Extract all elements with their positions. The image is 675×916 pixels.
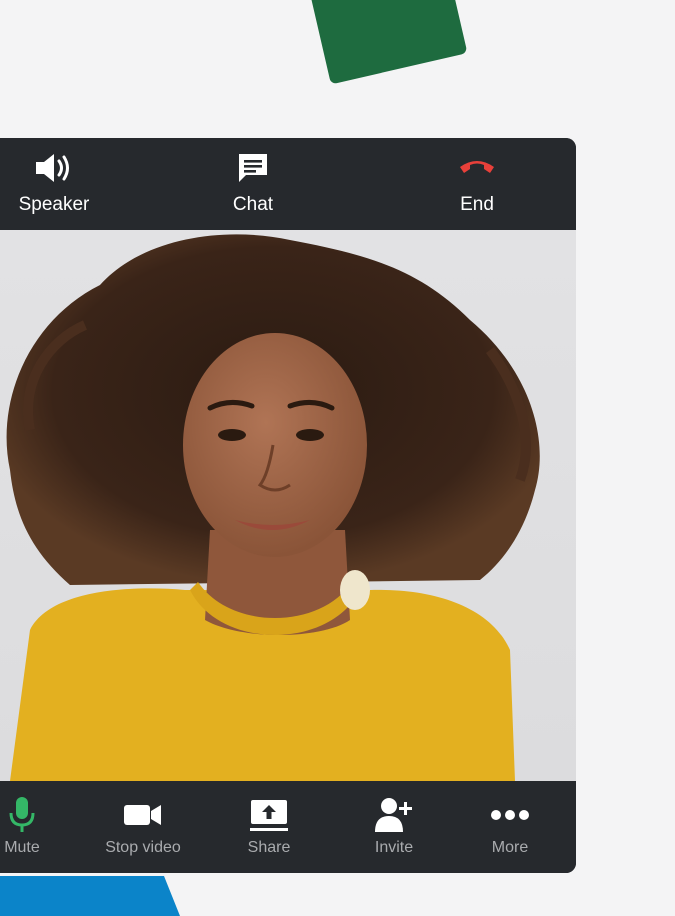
stop-video-label: Stop video — [105, 839, 181, 856]
more-label: More — [491, 839, 529, 856]
more-dots-icon — [489, 795, 531, 835]
video-camera-icon — [122, 795, 164, 835]
mute-label: Mute — [4, 839, 40, 856]
share-screen-icon — [248, 795, 290, 835]
chat-label: Chat — [232, 194, 274, 215]
end-call-button[interactable]: End — [422, 150, 532, 222]
chat-icon — [236, 150, 270, 186]
speaker-icon — [32, 150, 76, 186]
mute-button[interactable]: Mute — [0, 795, 72, 865]
participant-video-image — [6, 234, 540, 781]
participant-video — [0, 230, 576, 781]
invite-button[interactable]: Invite — [344, 795, 444, 865]
share-label: Share — [247, 839, 291, 856]
top-toolbar: Speaker Chat End — [0, 138, 576, 230]
invite-label: Invite — [374, 839, 414, 856]
add-person-icon — [373, 795, 415, 835]
decorative-blue-shape — [0, 876, 180, 916]
speaker-button[interactable]: Speaker — [0, 150, 109, 222]
microphone-icon — [7, 795, 37, 835]
decorative-green-shape — [308, 0, 468, 85]
speaker-label: Speaker — [18, 194, 90, 215]
chat-button[interactable]: Chat — [198, 150, 308, 222]
video-call-window: Speaker Chat End Mute Stop video Share I… — [0, 138, 576, 873]
end-call-label: End — [460, 194, 494, 215]
stop-video-button[interactable]: Stop video — [93, 795, 193, 865]
share-button[interactable]: Share — [219, 795, 319, 865]
end-call-icon — [457, 150, 497, 186]
more-button[interactable]: More — [460, 795, 560, 865]
bottom-toolbar: Mute Stop video Share Invite More — [0, 781, 576, 873]
